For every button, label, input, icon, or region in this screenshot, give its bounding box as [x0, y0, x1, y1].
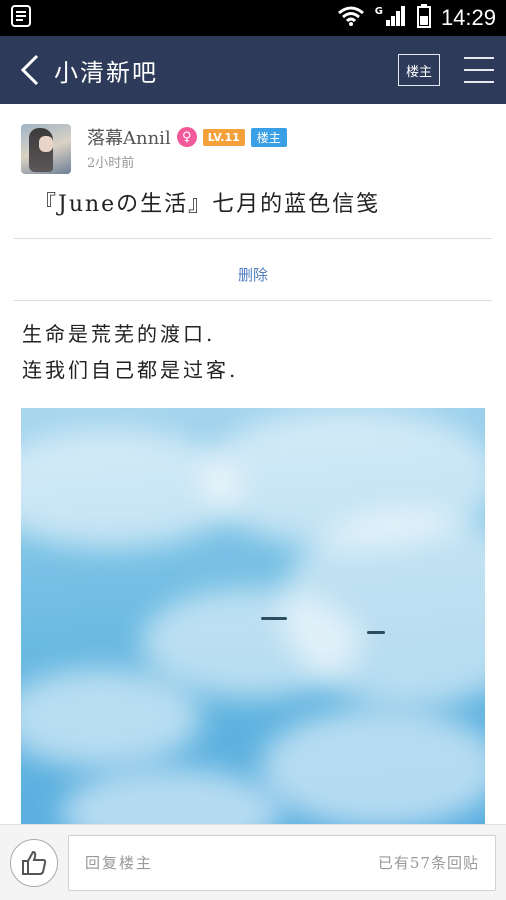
- network-type-label: G: [374, 5, 383, 17]
- signal-icon: [385, 5, 407, 31]
- page-title: 小清新吧: [54, 58, 158, 87]
- delete-link[interactable]: 删除: [0, 264, 506, 285]
- thumbs-up-icon: [22, 850, 47, 875]
- level-badge: LV.11: [202, 128, 245, 146]
- post-title: 『Juneの生活』七月的蓝色信笺: [34, 192, 381, 217]
- post-time: 2小时前: [87, 156, 135, 171]
- reply-placeholder: 回复楼主: [85, 854, 154, 872]
- back-button[interactable]: [12, 48, 48, 92]
- chevron-left-icon: [20, 54, 39, 86]
- post-image[interactable]: [21, 408, 485, 838]
- divider: [14, 300, 492, 301]
- status-bar: G 14:29: [0, 0, 506, 36]
- avatar[interactable]: [21, 124, 71, 174]
- author-name[interactable]: 落幕Annil: [87, 124, 171, 150]
- op-badge: 楼主: [250, 127, 287, 147]
- post-body-line: 生命是荒芜的渡口.: [22, 322, 216, 346]
- status-time: 14:29: [440, 5, 496, 30]
- divider: [14, 238, 492, 239]
- reply-input[interactable]: 回复楼主 已有57条回贴: [68, 834, 496, 891]
- female-icon: ♀: [176, 127, 197, 147]
- post-body-line: 连我们自己都是过客.: [22, 358, 239, 382]
- bird: [367, 631, 385, 634]
- clipboard-icon: [10, 4, 32, 32]
- post-author: 落幕Annil ♀ LV.11 楼主 2小时前: [21, 124, 287, 174]
- menu-icon[interactable]: [464, 57, 494, 83]
- battery-icon: [416, 4, 431, 32]
- like-button[interactable]: [10, 838, 58, 887]
- post-body: 生命是荒芜的渡口. 连我们自己都是过客.: [22, 316, 238, 388]
- wifi-icon: [337, 5, 365, 31]
- bird: [261, 617, 287, 620]
- only-op-button[interactable]: 楼主: [398, 54, 440, 86]
- app-header: 小清新吧 楼主: [0, 36, 506, 104]
- reply-count: 已有57条回贴: [377, 854, 479, 872]
- reply-bar: 回复楼主 已有57条回贴: [0, 824, 506, 900]
